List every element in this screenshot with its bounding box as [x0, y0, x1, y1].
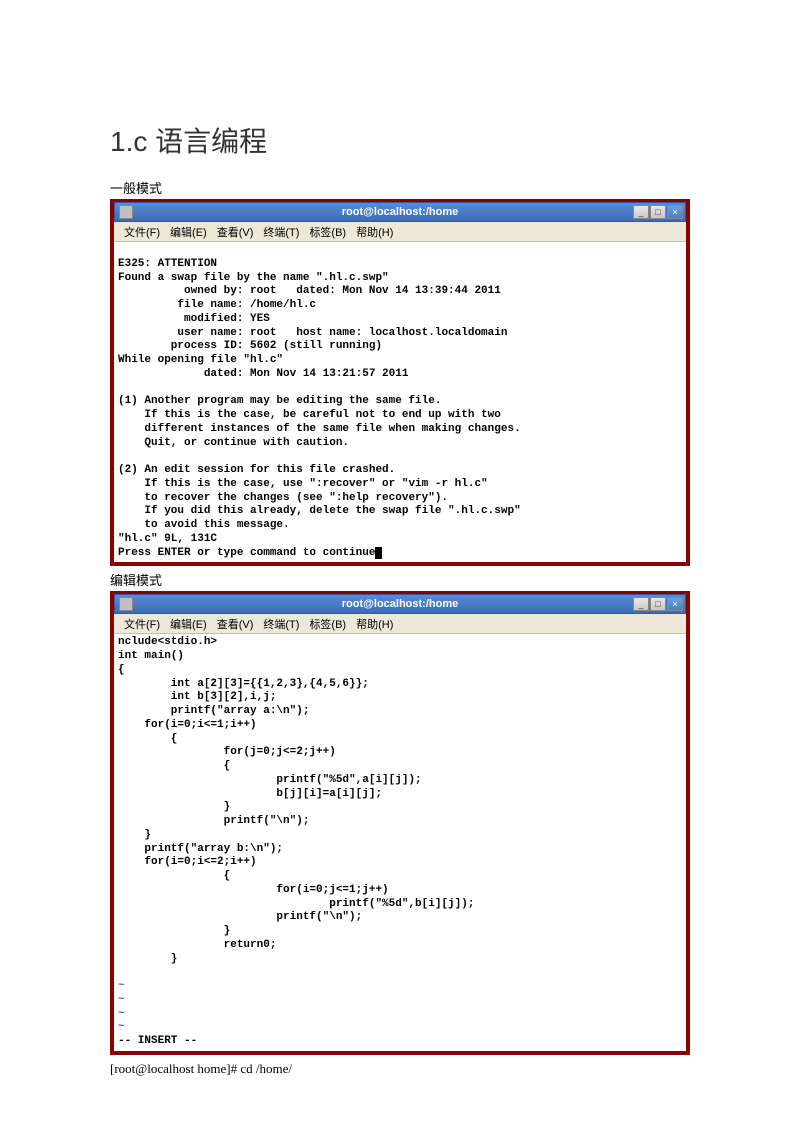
vim-tilde: ~ [118, 980, 125, 992]
page-title: 1.c 语言编程 [110, 120, 690, 160]
maximize-button[interactable]: □ [650, 205, 666, 219]
terminal-content-normal[interactable]: E325: ATTENTION Found a swap file by the… [114, 242, 686, 562]
menu-tabs[interactable]: 标签(B) [305, 223, 350, 241]
menu-view[interactable]: 查看(V) [213, 615, 258, 633]
menu-terminal[interactable]: 终端(T) [259, 615, 303, 633]
vim-tilde: ~ [118, 1008, 125, 1020]
shell-command-line: [root@localhost home]# cd /home/ [110, 1061, 690, 1077]
menu-edit[interactable]: 编辑(E) [166, 615, 211, 633]
close-button[interactable]: × [667, 597, 683, 611]
section-label-edit: 编辑模式 [110, 570, 690, 589]
vim-status-insert: -- INSERT -- [118, 1035, 197, 1047]
window-title: root@localhost:/home [342, 598, 458, 610]
menu-edit[interactable]: 编辑(E) [166, 223, 211, 241]
window-titlebar: root@localhost:/home _ □ × [114, 594, 686, 614]
vim-tilde: ~ [118, 994, 125, 1006]
section-label-normal: 一般模式 [110, 178, 690, 197]
source-code: nclude<stdio.h> int main() { int a[2][3]… [118, 636, 474, 964]
cursor-icon [375, 547, 382, 559]
menu-help[interactable]: 帮助(H) [352, 615, 397, 633]
window-title: root@localhost:/home [342, 206, 458, 218]
maximize-button[interactable]: □ [650, 597, 666, 611]
vim-attention-text: E325: ATTENTION Found a swap file by the… [118, 258, 521, 559]
menu-file[interactable]: 文件(F) [120, 223, 164, 241]
minimize-button[interactable]: _ [633, 205, 649, 219]
minimize-button[interactable]: _ [633, 597, 649, 611]
terminal-window-normal-mode: root@localhost:/home _ □ × 文件(F) 编辑(E) 查… [110, 199, 690, 566]
window-icon [119, 597, 133, 611]
menu-view[interactable]: 查看(V) [213, 223, 258, 241]
window-icon [119, 205, 133, 219]
menubar: 文件(F) 编辑(E) 查看(V) 终端(T) 标签(B) 帮助(H) [114, 614, 686, 634]
window-titlebar: root@localhost:/home _ □ × [114, 202, 686, 222]
terminal-content-edit[interactable]: nclude<stdio.h> int main() { int a[2][3]… [114, 634, 686, 1051]
close-button[interactable]: × [667, 205, 683, 219]
terminal-window-edit-mode: root@localhost:/home _ □ × 文件(F) 编辑(E) 查… [110, 591, 690, 1055]
vim-tilde: ~ [118, 1021, 125, 1033]
menubar: 文件(F) 编辑(E) 查看(V) 终端(T) 标签(B) 帮助(H) [114, 222, 686, 242]
menu-terminal[interactable]: 终端(T) [259, 223, 303, 241]
menu-tabs[interactable]: 标签(B) [305, 615, 350, 633]
menu-file[interactable]: 文件(F) [120, 615, 164, 633]
menu-help[interactable]: 帮助(H) [352, 223, 397, 241]
